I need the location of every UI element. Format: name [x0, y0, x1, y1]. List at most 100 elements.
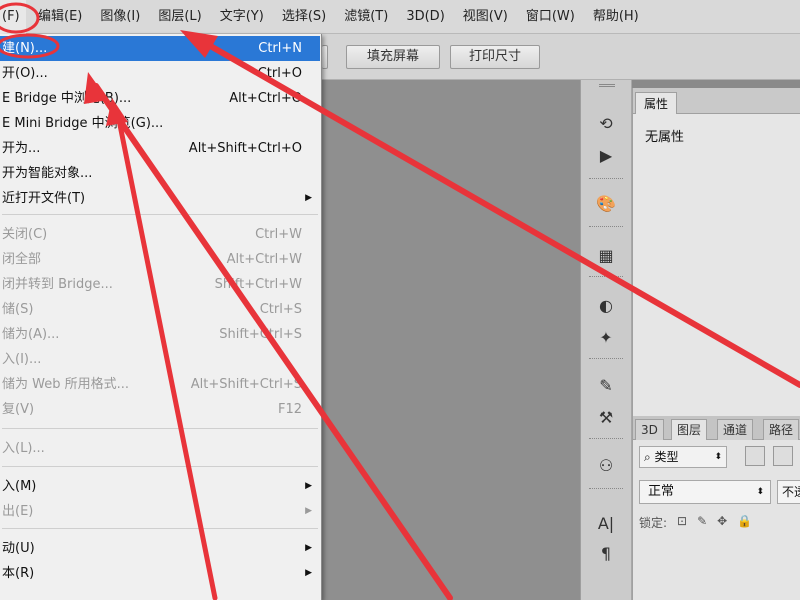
- canvas-area[interactable]: [322, 80, 580, 600]
- layer-filter-select[interactable]: ⌕ 类型 ⬍: [639, 446, 727, 468]
- menu-item-open-as[interactable]: 开为... Alt+Shift+Ctrl+O: [0, 136, 320, 161]
- lock-label: 锁定:: [639, 516, 668, 530]
- search-icon: ⌕: [644, 450, 655, 464]
- menu-item-revert[interactable]: 复(V) F12: [0, 397, 320, 422]
- tab-paths[interactable]: 路径: [763, 419, 800, 440]
- menu-separator: [2, 214, 318, 215]
- menu-item-save-as[interactable]: 储为(A)... Shift+Ctrl+S: [0, 322, 320, 347]
- lock-icon[interactable]: 🔒: [737, 514, 752, 531]
- file-menu-dropdown: 建(N)... Ctrl+N 开(O)... Ctrl+O E Bridge 中…: [0, 34, 322, 600]
- menu-layer[interactable]: 图层(L): [158, 0, 201, 34]
- play-icon[interactable]: ▶: [591, 142, 621, 168]
- tab-layers[interactable]: 图层: [671, 419, 708, 440]
- lock-paint-icon[interactable]: ✎: [697, 514, 707, 531]
- chevron-updown-icon: ⬍: [714, 452, 722, 462]
- menu-item-close-all[interactable]: 闭全部 Alt+Ctrl+W: [0, 247, 320, 272]
- adjustments-icon[interactable]: ◐: [591, 292, 621, 318]
- menu-filter[interactable]: 滤镜(T): [344, 0, 388, 34]
- menu-item-label: 开(O)...: [2, 66, 48, 81]
- menu-item-label: 入(L)...: [2, 441, 45, 456]
- menu-item-place[interactable]: 入(L)...: [0, 436, 320, 461]
- menu-item-browse-mini-bridge[interactable]: E Mini Bridge 中浏览(G)...: [0, 111, 320, 136]
- menu-select[interactable]: 选择(S): [282, 0, 326, 34]
- brush-presets-icon[interactable]: ⚒: [591, 404, 621, 430]
- menu-item-shortcut: Alt+Shift+Ctrl+S: [190, 377, 302, 392]
- menu-item-browse-bridge[interactable]: E Bridge 中浏览(B)... Alt+Ctrl+O: [0, 86, 320, 111]
- adjustment-filter-icon[interactable]: [773, 446, 793, 466]
- menu-item-close-go-bridge[interactable]: 闭并转到 Bridge... Shift+Ctrl+W: [0, 272, 320, 297]
- strip-grip[interactable]: [599, 84, 615, 87]
- triangle-right-icon: ▶: [305, 193, 312, 203]
- no-properties-text: 无属性: [645, 130, 685, 145]
- paragraph-icon[interactable]: ¶: [591, 540, 621, 566]
- options-button-partial[interactable]: [322, 45, 328, 69]
- menu-view[interactable]: 视图(V): [463, 0, 508, 34]
- lock-transparent-icon[interactable]: ⊡: [677, 514, 687, 531]
- strip-divider: [589, 226, 623, 230]
- fill-screen-button[interactable]: 填充屏幕: [346, 45, 440, 69]
- lock-row: 锁定: ⊡ ✎ ✥ 🔒: [639, 514, 752, 531]
- menu-help[interactable]: 帮助(H): [593, 0, 639, 34]
- menu-item-label: 本(R): [2, 566, 35, 581]
- menu-item-scripts[interactable]: 本(R) ▶: [0, 561, 320, 586]
- chevron-updown-icon: ⬍: [756, 487, 764, 497]
- menu-item-check-in[interactable]: 入(I)...: [0, 347, 320, 372]
- menu-item-export[interactable]: 出(E) ▶: [0, 499, 320, 524]
- blend-mode-select[interactable]: 正常 ⬍: [639, 480, 771, 504]
- menu-file[interactable]: (F): [0, 0, 26, 34]
- menu-window[interactable]: 窗口(W): [526, 0, 575, 34]
- menu-item-shortcut: Ctrl+S: [259, 302, 302, 317]
- menu-type[interactable]: 文字(Y): [220, 0, 264, 34]
- menu-item-shortcut: Alt+Ctrl+O: [229, 91, 302, 106]
- menu-separator: [2, 428, 318, 429]
- menu-item-shortcut: Alt+Ctrl+W: [226, 252, 302, 267]
- menu-item-save[interactable]: 储(S) Ctrl+S: [0, 297, 320, 322]
- menu-item-label: 出(E): [2, 504, 34, 519]
- menu-item-label: 入(M): [2, 479, 37, 494]
- menu-item-automate[interactable]: 动(U) ▶: [0, 536, 320, 561]
- swatches-icon[interactable]: ▦: [591, 242, 621, 268]
- menu-item-shortcut: Ctrl+O: [257, 66, 302, 81]
- menu-edit[interactable]: 编辑(E): [38, 0, 82, 34]
- menu-item-open-smart-object[interactable]: 开为智能对象...: [0, 161, 320, 186]
- menu-item-recent-files[interactable]: 近打开文件(T) ▶: [0, 186, 320, 211]
- menu-item-label: 入(I)...: [2, 352, 42, 367]
- menu-item-open[interactable]: 开(O)... Ctrl+O: [0, 61, 320, 86]
- strip-divider: [589, 488, 623, 492]
- menu-item-close[interactable]: 关闭(C) Ctrl+W: [0, 222, 320, 247]
- menu-3d[interactable]: 3D(D): [406, 0, 444, 34]
- brush-icon[interactable]: ✎: [591, 372, 621, 398]
- history-icon[interactable]: ⟲: [591, 110, 621, 136]
- menu-item-shortcut: Alt+Shift+Ctrl+O: [188, 141, 302, 156]
- tab-channels[interactable]: 通道: [717, 419, 754, 440]
- print-size-button[interactable]: 打印尺寸: [450, 45, 540, 69]
- styles-icon[interactable]: ✦: [591, 324, 621, 350]
- menu-item-import[interactable]: 入(M) ▶: [0, 474, 320, 499]
- menu-item-label: 近打开文件(T): [2, 191, 86, 206]
- lock-move-icon[interactable]: ✥: [717, 514, 727, 531]
- character-icon[interactable]: A|: [591, 510, 621, 536]
- menu-item-label: 闭全部: [2, 252, 42, 267]
- menu-item-label: 闭并转到 Bridge...: [2, 277, 113, 292]
- panel-icon-strip: ⟲ ▶ 🎨 ▦ ◐ ✦ ✎ ⚒ ⚇ A| ¶: [580, 80, 632, 600]
- image-filter-icon[interactable]: [745, 446, 765, 466]
- menu-bar: (F) 编辑(E) 图像(I) 图层(L) 文字(Y) 选择(S) 滤镜(T) …: [0, 0, 800, 34]
- tab-properties[interactable]: 属性: [635, 92, 678, 114]
- menu-image[interactable]: 图像(I): [100, 0, 140, 34]
- clone-source-icon[interactable]: ⚇: [591, 452, 621, 478]
- triangle-right-icon: ▶: [305, 543, 312, 553]
- strip-divider: [589, 438, 623, 442]
- layer-filter-label: 类型: [654, 450, 679, 464]
- tab-3d[interactable]: 3D: [635, 419, 664, 440]
- menu-item-shortcut: Shift+Ctrl+W: [214, 277, 302, 292]
- menu-item-label: 关闭(C): [2, 227, 48, 242]
- menu-item-save-for-web[interactable]: 储为 Web 所用格式... Alt+Shift+Ctrl+S: [0, 372, 320, 397]
- strip-divider: [589, 276, 623, 280]
- menu-item-shortcut: Shift+Ctrl+S: [219, 327, 302, 342]
- color-palette-icon[interactable]: 🎨: [591, 190, 621, 216]
- menu-item-shortcut: Ctrl+N: [258, 41, 302, 56]
- layers-tab-bar: 3D 图层 通道 路径: [633, 416, 800, 440]
- blend-mode-value: 正常: [648, 484, 675, 499]
- menu-separator: [2, 466, 318, 467]
- menu-item-new[interactable]: 建(N)... Ctrl+N: [0, 36, 320, 61]
